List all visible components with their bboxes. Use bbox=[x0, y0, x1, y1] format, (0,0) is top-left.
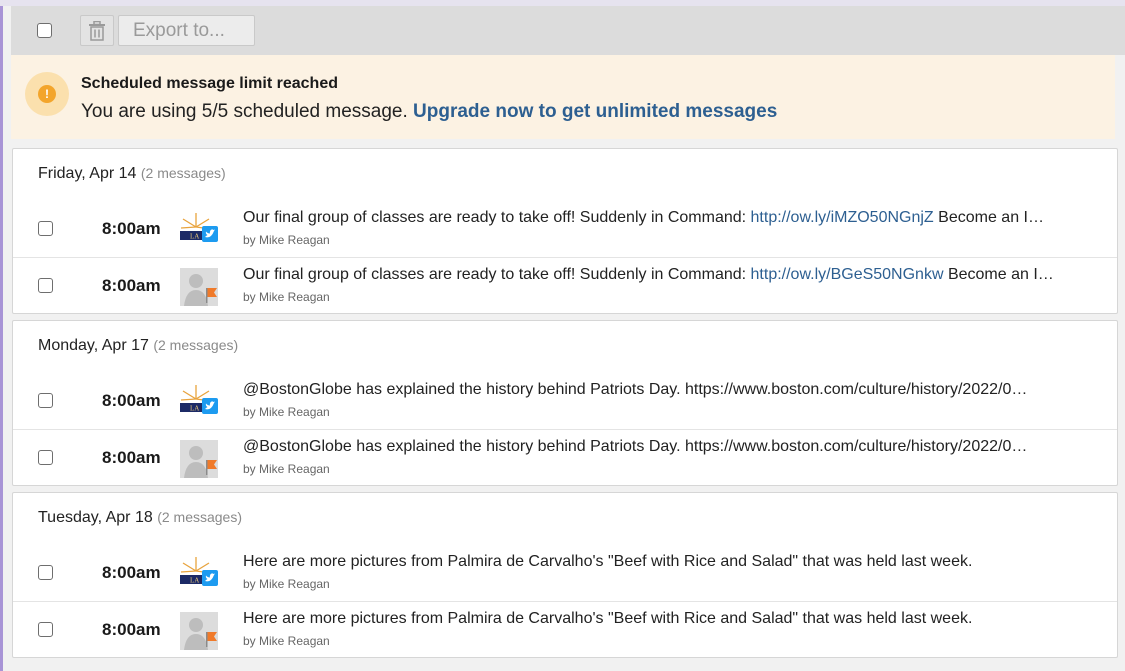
scheduled-message-row[interactable]: 8:00am LA Here are more pictures from Pa… bbox=[13, 545, 1117, 601]
group-message-count: (2 messages) bbox=[157, 509, 242, 525]
message-author: by Mike Reagan bbox=[243, 634, 330, 648]
account-avatar: LA bbox=[180, 383, 218, 421]
svg-text:LA: LA bbox=[190, 233, 199, 241]
message-text[interactable]: Our final group of classes are ready to … bbox=[243, 209, 1073, 227]
account-avatar bbox=[180, 440, 218, 478]
message-checkbox[interactable] bbox=[38, 393, 53, 408]
export-to-button[interactable]: Export to... bbox=[118, 15, 255, 46]
select-all-checkbox[interactable] bbox=[37, 23, 52, 38]
message-checkbox[interactable] bbox=[38, 565, 53, 580]
facebook-account-icon bbox=[180, 612, 218, 650]
message-time: 8:00am bbox=[102, 276, 161, 295]
group-message-count: (2 messages) bbox=[140, 165, 226, 181]
warning-icon: ! bbox=[25, 72, 69, 116]
message-link[interactable]: http://ow.ly/BGeS50NGnkw bbox=[751, 266, 944, 283]
scheduled-message-row[interactable]: 8:00am @BostonGlobe has explained the hi… bbox=[13, 429, 1117, 485]
limit-warning-banner: ! Scheduled message limit reached You ar… bbox=[11, 55, 1115, 139]
twitter-account-icon: LA bbox=[180, 385, 218, 414]
scheduled-message-row[interactable]: 8:00am Our final group of classes are re… bbox=[13, 257, 1117, 313]
banner-title: Scheduled message limit reached bbox=[81, 75, 338, 92]
banner-text: You are using 5/5 scheduled message. Upg… bbox=[81, 101, 777, 123]
group-message-count: (2 messages) bbox=[153, 337, 239, 353]
date-group-header: Monday, Apr 17 (2 messages) bbox=[13, 321, 1117, 373]
toolbar: Export to... bbox=[11, 6, 1125, 55]
delete-button[interactable] bbox=[80, 15, 114, 46]
message-time: 8:00am bbox=[102, 448, 161, 467]
message-text-body: Here are more pictures from Palmira de C… bbox=[243, 553, 973, 570]
message-text-tail: Become an I… bbox=[943, 266, 1054, 283]
account-avatar: LA bbox=[180, 555, 218, 593]
scheduled-message-row[interactable]: 8:00am Here are more pictures from Palmi… bbox=[13, 601, 1117, 657]
message-text-body: Our final group of classes are ready to … bbox=[243, 266, 751, 283]
message-text[interactable]: Here are more pictures from Palmira de C… bbox=[243, 553, 1073, 571]
svg-text:LA: LA bbox=[190, 577, 199, 585]
message-text-body: @BostonGlobe has explained the history b… bbox=[243, 381, 1028, 398]
message-time: 8:00am bbox=[102, 219, 161, 238]
svg-text:LA: LA bbox=[190, 405, 199, 413]
facebook-account-icon bbox=[180, 440, 218, 478]
message-author: by Mike Reagan bbox=[243, 462, 330, 476]
message-time: 8:00am bbox=[102, 620, 161, 639]
twitter-account-icon: LA bbox=[180, 557, 218, 586]
left-accent-stripe bbox=[0, 0, 3, 671]
account-avatar: LA bbox=[180, 211, 218, 249]
message-text[interactable]: Our final group of classes are ready to … bbox=[243, 266, 1073, 284]
message-checkbox[interactable] bbox=[38, 622, 53, 637]
message-author: by Mike Reagan bbox=[243, 233, 330, 247]
message-text[interactable]: @BostonGlobe has explained the history b… bbox=[243, 381, 1073, 399]
date-group: Friday, Apr 14 (2 messages) 8:00am LA Ou… bbox=[12, 148, 1118, 314]
facebook-account-icon bbox=[180, 268, 218, 306]
account-avatar bbox=[180, 612, 218, 650]
banner-message: You are using 5/5 scheduled message. bbox=[81, 101, 408, 122]
message-time: 8:00am bbox=[102, 391, 161, 410]
message-author: by Mike Reagan bbox=[243, 577, 330, 591]
scheduled-message-row[interactable]: 8:00am LA @BostonGlobe has explained the… bbox=[13, 373, 1117, 429]
message-text-tail: Become an I… bbox=[933, 209, 1044, 226]
date-group: Tuesday, Apr 18 (2 messages) 8:00am LA H… bbox=[12, 492, 1118, 658]
date-group-header: Tuesday, Apr 18 (2 messages) bbox=[13, 493, 1117, 545]
upgrade-link[interactable]: Upgrade now to get unlimited messages bbox=[413, 101, 777, 122]
message-checkbox[interactable] bbox=[38, 221, 53, 236]
message-author: by Mike Reagan bbox=[243, 405, 330, 419]
message-link[interactable]: http://ow.ly/iMZO50NGnjZ bbox=[751, 209, 934, 226]
message-author: by Mike Reagan bbox=[243, 290, 330, 304]
message-checkbox[interactable] bbox=[38, 278, 53, 293]
group-date: Tuesday, Apr 18 bbox=[38, 509, 153, 526]
message-checkbox[interactable] bbox=[38, 450, 53, 465]
group-date: Monday, Apr 17 bbox=[38, 337, 149, 354]
message-text[interactable]: Here are more pictures from Palmira de C… bbox=[243, 610, 1073, 628]
date-group: Monday, Apr 17 (2 messages) 8:00am LA @B… bbox=[12, 320, 1118, 486]
group-date: Friday, Apr 14 bbox=[38, 165, 137, 182]
trash-icon bbox=[89, 20, 105, 41]
message-text-body: Our final group of classes are ready to … bbox=[243, 209, 751, 226]
message-text[interactable]: @BostonGlobe has explained the history b… bbox=[243, 438, 1073, 456]
date-group-header: Friday, Apr 14 (2 messages) bbox=[13, 149, 1117, 201]
account-avatar bbox=[180, 268, 218, 306]
message-text-body: @BostonGlobe has explained the history b… bbox=[243, 438, 1028, 455]
message-text-body: Here are more pictures from Palmira de C… bbox=[243, 610, 973, 627]
twitter-account-icon: LA bbox=[180, 213, 218, 242]
message-time: 8:00am bbox=[102, 563, 161, 582]
scheduled-message-row[interactable]: 8:00am LA Our final group of classes are… bbox=[13, 201, 1117, 257]
